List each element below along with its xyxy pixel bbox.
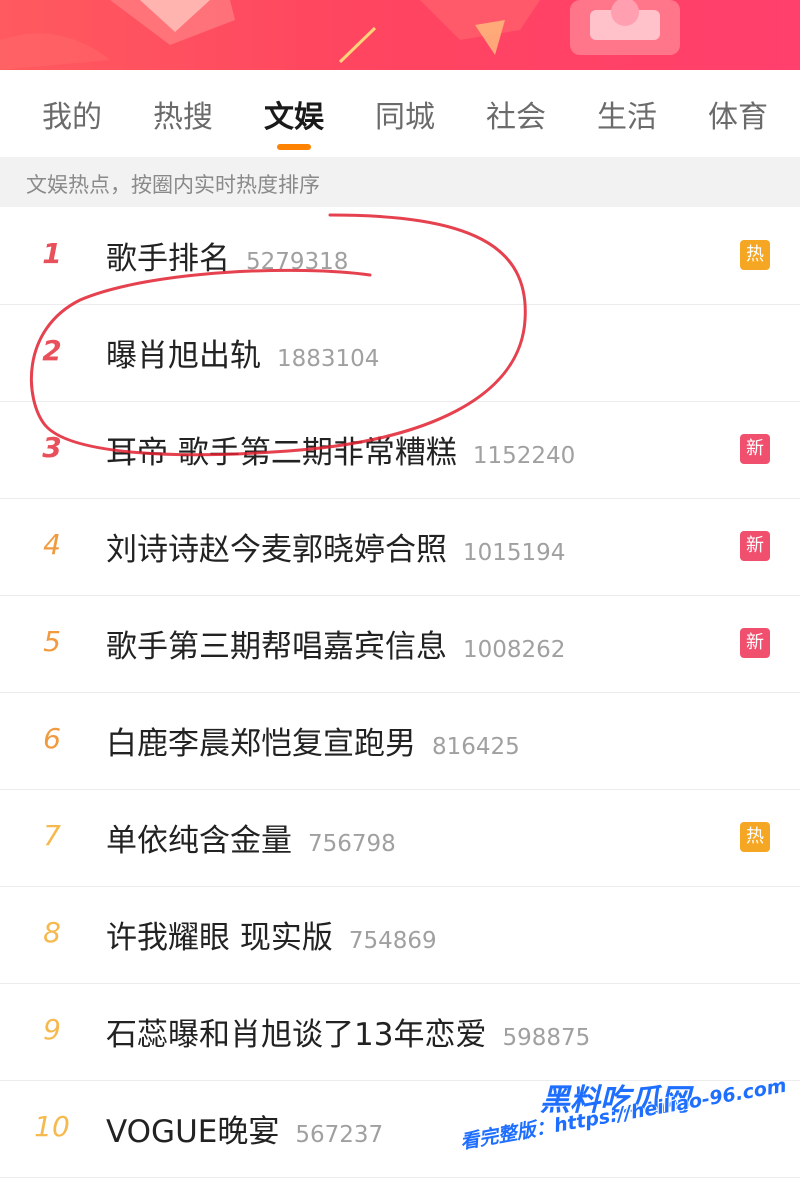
tab-life[interactable]: 生活 [595, 92, 659, 136]
hot-badge: 热 [740, 822, 770, 852]
tab-hot-search[interactable]: 热搜 [151, 92, 215, 136]
rank-number: 2 [42, 334, 62, 367]
heat-count: 1883104 [277, 346, 380, 372]
list-item[interactable]: 2 曝肖旭出轨 1883104 [0, 304, 800, 402]
item-title-text: VOGUE晚宴 [106, 1114, 280, 1150]
rank-number: 9 [43, 1013, 61, 1046]
rank-number: 5 [43, 625, 61, 658]
heat-count: 1008262 [463, 637, 566, 663]
item-title-text: 刘诗诗赵今麦郭晓婷合照 [106, 532, 447, 568]
tab-mine[interactable]: 我的 [40, 92, 104, 136]
item-title: 石蕊曝和肖旭谈了13年恋爱 598875 [106, 1009, 590, 1054]
list-item[interactable]: 10 VOGUE晚宴 567237 [0, 1080, 800, 1178]
item-title: 许我耀眼 现实版 754869 [106, 912, 437, 957]
hot-badge: 热 [740, 240, 770, 270]
item-title: VOGUE晚宴 567237 [106, 1106, 383, 1151]
new-badge: 新 [740, 531, 770, 561]
subtitle-text: 文娱热点，按圈内实时热度排序 [26, 173, 320, 197]
item-title: 白鹿李晨郑恺复宣跑男 816425 [106, 718, 520, 763]
list-item[interactable]: 8 许我耀眼 现实版 754869 [0, 886, 800, 984]
item-title-text: 耳帝 歌手第二期非常糟糕 [106, 435, 457, 471]
tab-local[interactable]: 同城 [373, 92, 437, 136]
list-item[interactable]: 6 白鹿李晨郑恺复宣跑男 816425 [0, 692, 800, 790]
rank-number: 10 [34, 1110, 70, 1143]
item-title-text: 石蕊曝和肖旭谈了13年恋爱 [106, 1017, 487, 1053]
tab-sports[interactable]: 体育 [706, 92, 770, 136]
tab-entertainment[interactable]: 文娱 [262, 92, 326, 136]
subtitle-bar: 文娱热点，按圈内实时热度排序 [0, 157, 800, 207]
item-title: 歌手排名 5279318 [106, 233, 348, 278]
rank-number: 3 [42, 431, 62, 464]
item-title-text: 许我耀眼 现实版 [106, 920, 333, 956]
top-banner [0, 0, 800, 70]
list-item[interactable]: 5 歌手第三期帮唱嘉宾信息 1008262 新 [0, 595, 800, 693]
item-title: 单依纯含金量 756798 [106, 815, 396, 860]
heat-count: 1152240 [472, 443, 576, 469]
heat-count: 5279318 [246, 249, 349, 275]
item-title-text: 白鹿李晨郑恺复宣跑男 [106, 726, 416, 762]
item-title: 歌手第三期帮唱嘉宾信息 1008262 [106, 621, 565, 666]
item-title: 曝肖旭出轨 1883104 [106, 330, 379, 375]
list-item[interactable]: 4 刘诗诗赵今麦郭晓婷合照 1015194 新 [0, 498, 800, 596]
heat-count: 1015194 [463, 540, 566, 566]
list-item[interactable]: 1 歌手排名 5279318 热 [0, 207, 800, 305]
list-item[interactable]: 7 单依纯含金量 756798 热 [0, 789, 800, 887]
rank-number: 8 [43, 916, 61, 949]
heat-count: 567237 [295, 1122, 384, 1148]
rank-number: 6 [43, 722, 61, 755]
item-title-text: 歌手排名 [106, 241, 230, 277]
active-tab-indicator [277, 144, 311, 150]
item-title: 刘诗诗赵今麦郭晓婷合照 1015194 [106, 524, 565, 569]
item-title-text: 歌手第三期帮唱嘉宾信息 [106, 629, 447, 665]
rank-number: 4 [43, 528, 61, 561]
list-item[interactable]: 9 石蕊曝和肖旭谈了13年恋爱 598875 [0, 983, 800, 1081]
item-title-text: 曝肖旭出轨 [106, 338, 261, 374]
list-item[interactable]: 3 耳帝 歌手第二期非常糟糕 1152240 新 [0, 401, 800, 499]
category-tabs: 我的 热搜 文娱 同城 社会 生活 体育 [0, 70, 800, 156]
new-badge: 新 [740, 434, 770, 464]
rank-number: 1 [42, 237, 62, 270]
banner-decoration [0, 0, 680, 70]
rank-number: 7 [43, 819, 61, 852]
heat-count: 756798 [308, 831, 396, 857]
heat-count: 598875 [502, 1025, 591, 1051]
heat-count: 816425 [432, 734, 520, 760]
heat-count: 754869 [348, 928, 437, 954]
item-title: 耳帝 歌手第二期非常糟糕 1152240 [106, 427, 575, 472]
item-title-text: 单依纯含金量 [106, 823, 292, 859]
tab-society[interactable]: 社会 [484, 92, 548, 136]
new-badge: 新 [740, 628, 770, 658]
